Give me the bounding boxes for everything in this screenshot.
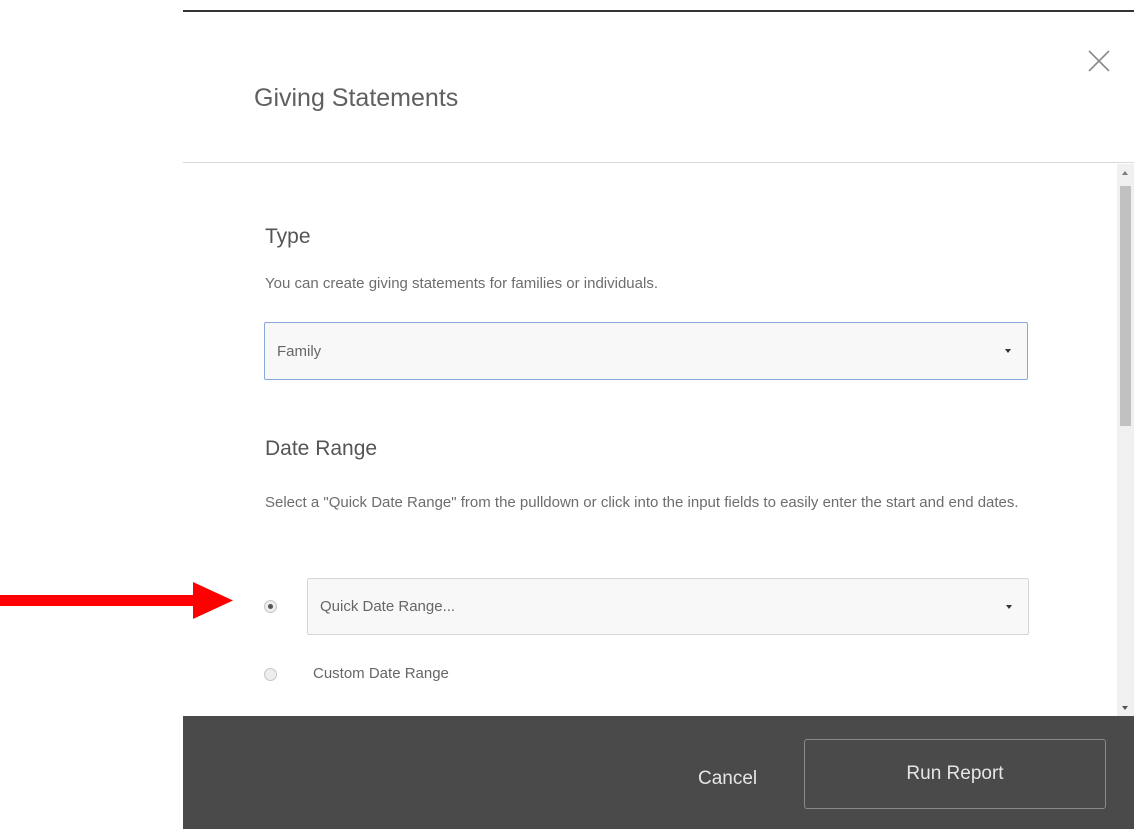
cancel-button[interactable]: Cancel: [698, 768, 757, 790]
giving-statements-modal: Giving Statements Type You can create gi…: [183, 12, 1134, 829]
chevron-down-icon: [1006, 604, 1012, 609]
date-range-description: Select a "Quick Date Range" from the pul…: [265, 494, 1019, 511]
date-range-section-title: Date Range: [265, 437, 378, 460]
modal-scrollbar[interactable]: [1117, 164, 1134, 716]
chevron-down-icon: [1005, 349, 1011, 353]
run-report-button[interactable]: Run Report: [804, 739, 1106, 809]
close-icon: [1088, 50, 1110, 72]
scroll-up-arrow-icon[interactable]: [1117, 164, 1134, 181]
red-arrow-annotation: [0, 582, 233, 619]
close-button[interactable]: [1086, 48, 1112, 74]
type-select-value: Family: [277, 342, 322, 360]
quick-date-range-select-value: Quick Date Range...: [320, 598, 456, 615]
type-select[interactable]: Family: [264, 322, 1028, 380]
quick-date-range-select[interactable]: Quick Date Range...: [307, 578, 1029, 635]
custom-date-range-radio[interactable]: [264, 668, 277, 681]
background-page-topbar: [183, 0, 1134, 12]
modal-title: Giving Statements: [254, 84, 459, 112]
type-description: You can create giving statements for fam…: [265, 275, 658, 292]
modal-body: Type You can create giving statements fo…: [183, 164, 1134, 716]
modal-footer: Cancel Run Report: [183, 716, 1134, 829]
scroll-down-arrow-icon[interactable]: [1117, 699, 1134, 716]
scrollbar-thumb[interactable]: [1120, 186, 1131, 426]
type-section-title: Type: [265, 225, 311, 248]
custom-date-range-label[interactable]: Custom Date Range: [313, 665, 449, 682]
header-divider: [183, 162, 1134, 163]
quick-date-range-radio[interactable]: [264, 600, 277, 613]
